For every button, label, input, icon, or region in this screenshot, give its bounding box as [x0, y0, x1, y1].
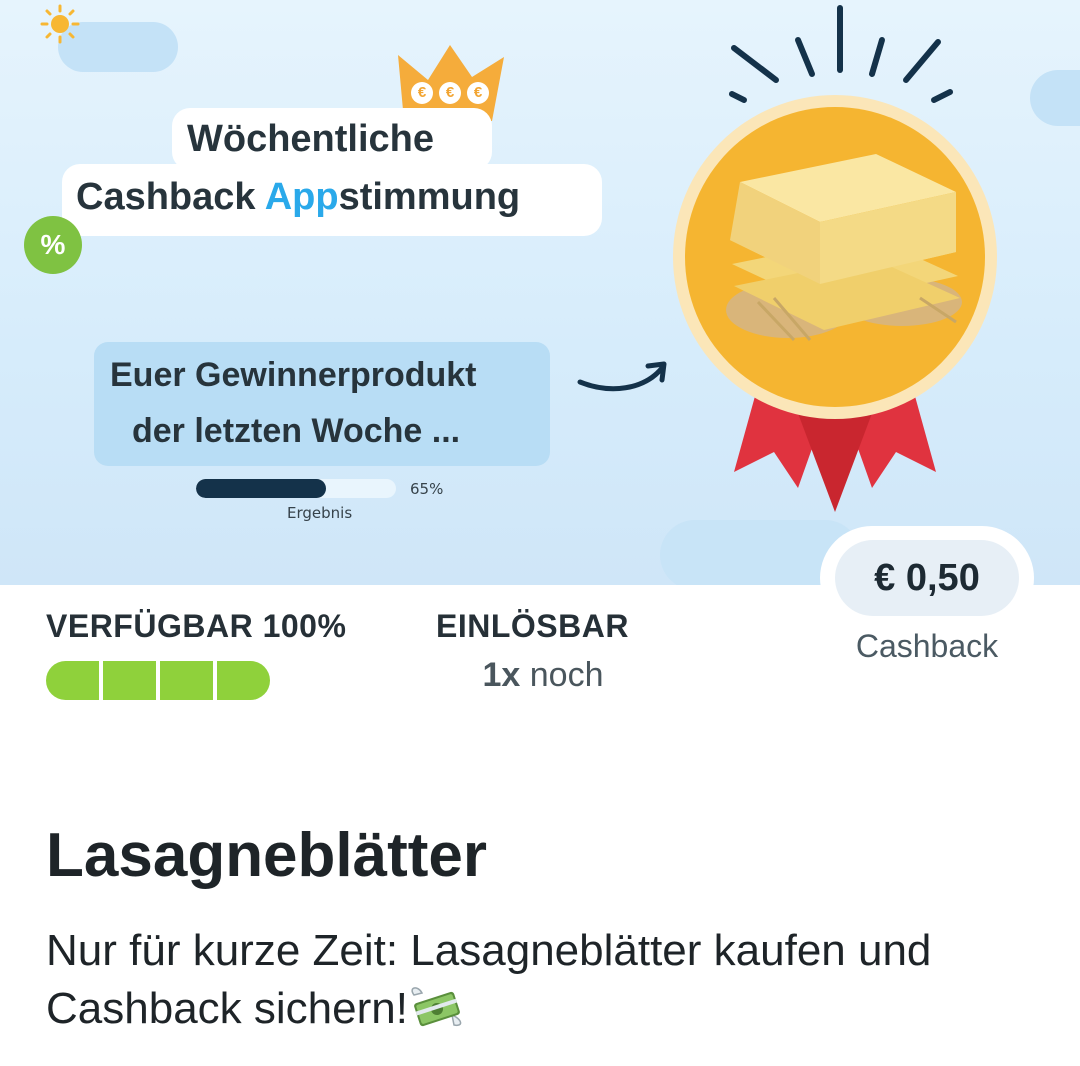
availability-segment [160, 661, 217, 700]
percent-badge: % [24, 216, 82, 274]
euro-coin: € [411, 82, 433, 104]
crown-euro-coins: € € € [405, 82, 495, 104]
result-percent: 65% [410, 480, 444, 498]
promo-banner: € € € Wöchentliche Cashback Appstimmung … [0, 0, 1080, 585]
money-with-wings-icon [411, 987, 462, 1027]
redeemable-count: 1x noch [436, 656, 650, 695]
cashback-amount: € 0,50 [835, 540, 1019, 616]
availability-bar [46, 661, 270, 700]
product-description: Nur für kurze Zeit: Lasagneblätter kaufe… [46, 922, 1046, 1038]
winner-line-1: Euer Gewinnerprodukt [110, 356, 477, 394]
availability-label: VERFÜGBAR 100% [46, 608, 347, 644]
result-progress-fill [196, 479, 326, 498]
availability-segment [217, 661, 270, 700]
redeemable-count-suffix: noch [520, 656, 604, 694]
result-label: Ergebnis [287, 504, 353, 522]
availability-segment [46, 661, 103, 700]
euro-coin: € [439, 82, 461, 104]
headline-line-2: Cashback Appstimmung [76, 176, 520, 219]
winner-line-2: der letzten Woche ... [132, 412, 461, 450]
medal-icon [673, 95, 997, 512]
availability-segment [103, 661, 160, 700]
product-description-text: Nur für kurze Zeit: Lasagneblätter kaufe… [46, 926, 932, 1033]
headline-text: stimmung [338, 176, 521, 218]
arrow-icon [577, 361, 667, 392]
euro-coin: € [467, 82, 489, 104]
cloud-decoration [1030, 70, 1080, 126]
redeemable-label: EINLÖSBAR [436, 608, 629, 644]
cashback-label: Cashback [855, 628, 999, 664]
headline-line-1: Wöchentliche [187, 118, 435, 160]
headline-text: Cashback [76, 176, 265, 218]
result-progress-bar [196, 479, 396, 498]
headline-accent: App [264, 176, 339, 218]
lasagne-image [726, 154, 962, 342]
sun-icon [40, 4, 80, 44]
redeemable-count-number: 1x [482, 656, 521, 694]
product-title: Lasagneblätter [46, 821, 488, 890]
